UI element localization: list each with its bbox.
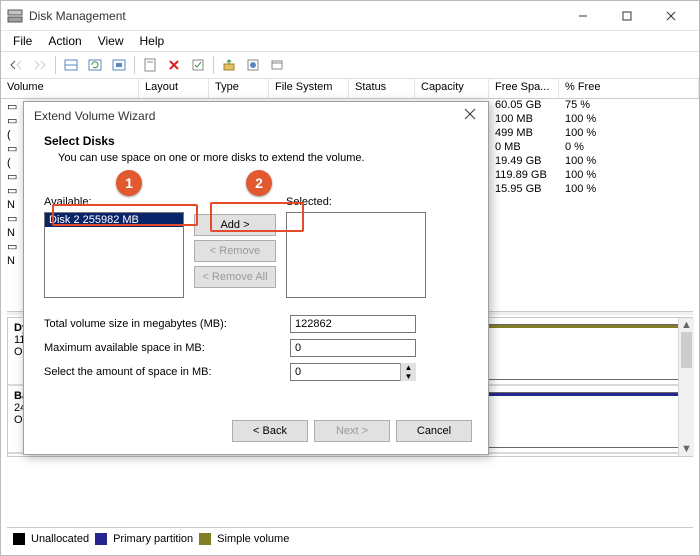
legend: Unallocated Primary partition Simple vol… — [7, 527, 693, 549]
menu-bar: File Action View Help — [1, 31, 699, 51]
col-type[interactable]: Type — [209, 79, 269, 98]
menu-file[interactable]: File — [5, 32, 40, 50]
nav-back-icon[interactable] — [5, 54, 27, 76]
dialog-close-icon[interactable] — [464, 108, 480, 124]
window-title: Disk Management — [29, 9, 561, 23]
callout-badge-2: 2 — [246, 170, 272, 196]
maximize-button[interactable] — [605, 2, 649, 30]
menu-action[interactable]: Action — [40, 32, 89, 50]
scroll-thumb[interactable] — [681, 332, 692, 368]
menu-view[interactable]: View — [90, 32, 132, 50]
action1-icon[interactable] — [218, 54, 240, 76]
settings-icon[interactable] — [108, 54, 130, 76]
col-volume[interactable]: Volume — [1, 79, 139, 98]
scroll-down-icon[interactable]: ▼ — [679, 442, 694, 456]
refresh-icon[interactable] — [84, 54, 106, 76]
next-button[interactable]: Next > — [314, 420, 390, 442]
col-filesystem[interactable]: File System — [269, 79, 349, 98]
scrollbar[interactable]: ▲ ▼ — [678, 318, 694, 456]
properties-icon[interactable] — [139, 54, 161, 76]
scroll-up-icon[interactable]: ▲ — [679, 318, 694, 332]
close-button[interactable] — [649, 2, 693, 30]
dialog-heading: Select Disks — [44, 134, 468, 148]
action2-icon[interactable] — [242, 54, 264, 76]
max-space-label: Maximum available space in MB: — [44, 342, 290, 354]
swatch-simple — [199, 533, 211, 545]
dialog-subheading: You can use space on one or more disks t… — [44, 152, 468, 164]
extend-volume-wizard-dialog: Extend Volume Wizard Select Disks You ca… — [23, 101, 489, 455]
col-pct-free[interactable]: % Free — [559, 79, 699, 98]
action3-icon[interactable] — [266, 54, 288, 76]
toolbar — [1, 51, 699, 79]
remove-all-button[interactable]: < Remove All — [194, 266, 276, 288]
volume-table-header: Volume Layout Type File System Status Ca… — [1, 79, 699, 99]
selected-label: Selected: — [286, 196, 426, 208]
remove-button[interactable]: < Remove — [194, 240, 276, 262]
col-capacity[interactable]: Capacity — [415, 79, 489, 98]
highlight-add — [210, 202, 304, 232]
swatch-unallocated — [13, 533, 25, 545]
disk-mgmt-icon — [7, 8, 23, 24]
volume-row-icons: ▭▭ (▭ (▭ ▭ N▭ N▭ N — [7, 100, 23, 268]
callout-badge-1: 1 — [116, 170, 142, 196]
spin-up-icon[interactable]: ▲ — [401, 363, 416, 372]
minimize-button[interactable] — [561, 2, 605, 30]
legend-label: Primary partition — [113, 533, 193, 545]
spin-down-icon[interactable]: ▼ — [401, 372, 416, 381]
col-status[interactable]: Status — [349, 79, 415, 98]
back-button[interactable]: < Back — [232, 420, 308, 442]
select-space-label: Select the amount of space in MB: — [44, 366, 290, 378]
delete-icon[interactable] — [163, 54, 185, 76]
highlight-available — [52, 204, 198, 226]
select-space-input[interactable] — [290, 363, 416, 381]
view-panes-icon[interactable] — [60, 54, 82, 76]
max-space-field — [290, 339, 416, 357]
nav-fwd-icon[interactable] — [29, 54, 51, 76]
total-size-field — [290, 315, 416, 333]
menu-help[interactable]: Help — [132, 32, 173, 50]
swatch-primary — [95, 533, 107, 545]
selected-disks-listbox[interactable] — [286, 212, 426, 298]
legend-label: Unallocated — [31, 533, 89, 545]
legend-label: Simple volume — [217, 533, 289, 545]
dialog-title: Extend Volume Wizard — [24, 102, 488, 130]
cancel-button[interactable]: Cancel — [396, 420, 472, 442]
total-size-label: Total volume size in megabytes (MB): — [44, 318, 290, 330]
checklist-icon[interactable] — [187, 54, 209, 76]
col-layout[interactable]: Layout — [139, 79, 209, 98]
window-titlebar: Disk Management — [1, 1, 699, 31]
col-free-space[interactable]: Free Spa... — [489, 79, 559, 98]
